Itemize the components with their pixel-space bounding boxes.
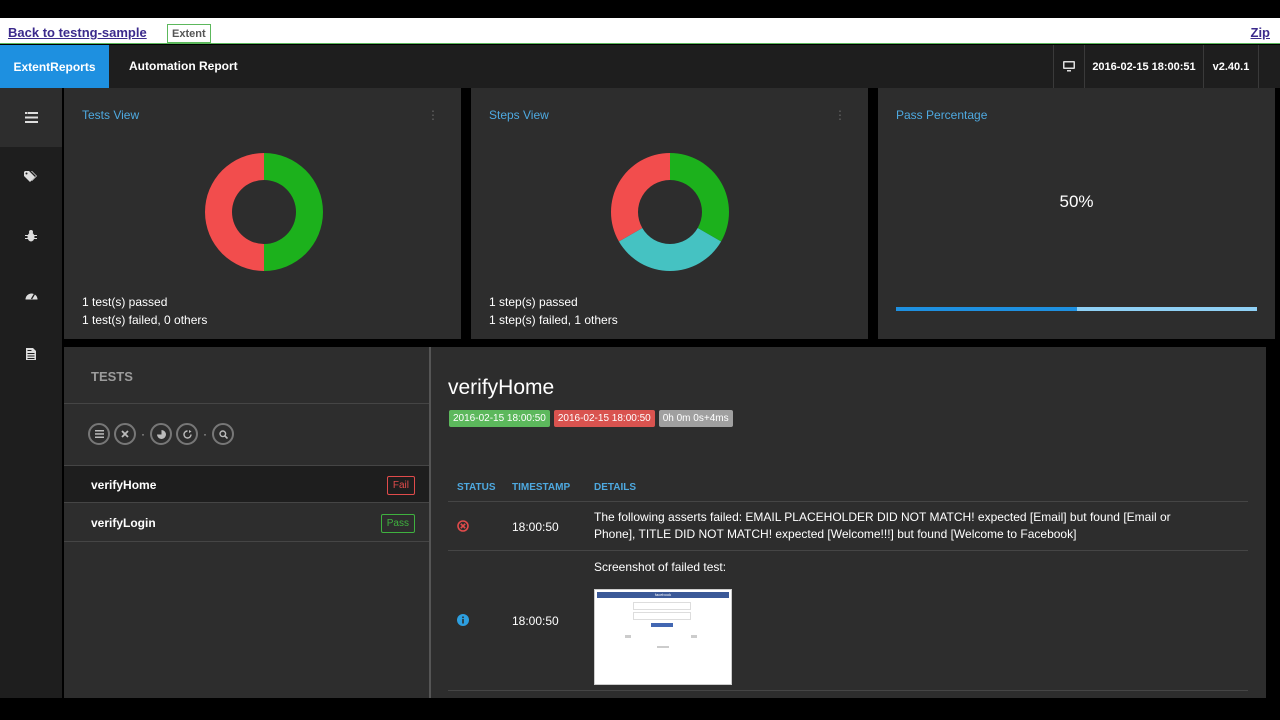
- search-icon: [218, 429, 228, 439]
- filter-fail-button[interactable]: [114, 423, 136, 445]
- report-version: v2.40.1: [1203, 45, 1259, 88]
- donut-slice-pass: [264, 153, 323, 271]
- screenshot-brand-text: facebook: [654, 592, 672, 597]
- report-title: Automation Report: [129, 59, 238, 73]
- screen-root: { "linkbar": { "back_label": "Back to te…: [0, 0, 1280, 720]
- top-navbar: ExtentReports Automation Report 2016-02-…: [0, 45, 1280, 88]
- test-name: verifyHome: [91, 478, 157, 492]
- tests-panel-header: TESTS: [91, 369, 133, 384]
- sidebar-item-dashboard[interactable]: [0, 265, 62, 324]
- refresh-button[interactable]: [176, 423, 198, 445]
- separator-dot: ·: [203, 427, 207, 441]
- screenshot-field: [633, 602, 691, 610]
- steps-table-header: STATUS TIMESTAMP DETAILS: [448, 479, 1248, 502]
- test-detail-name: verifyHome: [448, 376, 555, 399]
- failed-test-screenshot[interactable]: facebook: [594, 589, 732, 685]
- step-timestamp: 18:00:50: [512, 520, 559, 534]
- link-bar: Back to testng-sample Extent Zip: [0, 18, 1280, 44]
- tests-toolbar: · ·: [88, 423, 238, 445]
- tests-donut-chart: [205, 153, 323, 271]
- monitor-icon: [1063, 61, 1075, 72]
- test-detail-badges: 2016-02-15 18:00:50 2016-02-15 18:00:50 …: [449, 410, 737, 427]
- fail-circle-icon: [457, 520, 469, 532]
- steps-donut-chart: [611, 153, 729, 271]
- monitor-button[interactable]: [1053, 45, 1084, 88]
- screenshot-field: [633, 612, 691, 620]
- back-link[interactable]: Back to testng-sample: [8, 25, 147, 40]
- tests-view-card: Tests View ⋮ 1 test(s) passed 1 test(s) …: [64, 88, 461, 339]
- more-vertical-icon[interactable]: ⋮: [834, 108, 846, 122]
- donut-slice-fail: [205, 153, 264, 271]
- steps-table: STATUS TIMESTAMP DETAILS 18:00:50 The fo…: [448, 479, 1248, 691]
- donut-slice-pass: [670, 153, 729, 242]
- divider: [64, 403, 429, 404]
- column-status: STATUS: [457, 482, 496, 493]
- pie-icon: [156, 429, 166, 439]
- extent-brand-badge: Extent: [167, 24, 211, 43]
- column-details: DETAILS: [594, 482, 637, 493]
- start-time-badge: 2016-02-15 18:00:50: [449, 410, 550, 427]
- zip-link[interactable]: Zip: [1251, 25, 1271, 40]
- steps-passed-text: 1 step(s) passed: [489, 295, 578, 309]
- filter-category-button[interactable]: [150, 423, 172, 445]
- test-row[interactable]: verifyLogin Pass: [64, 504, 429, 542]
- tests-panel: TESTS · · verifyHome Fail verifyLogin Pa…: [64, 347, 429, 698]
- tests-view-title: Tests View: [82, 108, 140, 122]
- screenshot-button: [651, 623, 673, 627]
- test-detail-panel: verifyHome 2016-02-15 18:00:50 2016-02-1…: [431, 347, 1266, 698]
- steps-failed-text: 1 step(s) failed, 1 others: [489, 313, 618, 327]
- list-icon: [94, 430, 104, 438]
- step-row: 18:00:50 Screenshot of failed test: face…: [448, 551, 1248, 691]
- column-timestamp: TIMESTAMP: [512, 482, 571, 493]
- info-circle-icon: [457, 614, 469, 626]
- tests-passed-text: 1 test(s) passed: [82, 295, 168, 309]
- duration-badge: 0h 0m 0s+4ms: [658, 410, 733, 427]
- show-all-button[interactable]: [88, 423, 110, 445]
- donut-slice-others: [618, 228, 722, 271]
- donut-slice-fail: [611, 153, 670, 242]
- document-icon: [26, 347, 36, 360]
- sidebar: [0, 88, 62, 700]
- step-details: Screenshot of failed test:: [594, 560, 727, 574]
- screenshot-block: [625, 635, 631, 638]
- report-datetime: 2016-02-15 18:00:51: [1084, 45, 1203, 88]
- pass-percentage-bar: [896, 307, 1257, 311]
- sidebar-item-categories[interactable]: [0, 147, 62, 206]
- screenshot-block: [691, 635, 697, 638]
- dashboard-icon: [25, 293, 37, 299]
- top-black-strip: [0, 0, 1280, 18]
- sidebar-item-exceptions[interactable]: [0, 206, 62, 265]
- extentreports-logo[interactable]: ExtentReports: [0, 45, 109, 88]
- test-row[interactable]: verifyHome Fail: [64, 465, 429, 503]
- list-icon: [24, 112, 38, 123]
- pass-percentage-title: Pass Percentage: [896, 108, 988, 122]
- refresh-icon: [182, 429, 192, 439]
- sidebar-item-log[interactable]: [0, 324, 62, 383]
- screenshot-block: [657, 646, 669, 648]
- end-time-badge: 2016-02-15 18:00:50: [553, 410, 655, 427]
- pass-percentage-card: Pass Percentage 50%: [878, 88, 1275, 339]
- tests-failed-text: 1 test(s) failed, 0 others: [82, 313, 208, 327]
- more-vertical-icon[interactable]: ⋮: [427, 108, 439, 122]
- steps-view-card: Steps View ⋮ 1 step(s) passed 1 step(s) …: [471, 88, 868, 339]
- bug-icon: [25, 229, 37, 241]
- test-status-badge: Fail: [386, 476, 415, 495]
- search-button[interactable]: [212, 423, 234, 445]
- tags-icon: [24, 170, 37, 182]
- test-name: verifyLogin: [91, 516, 156, 530]
- sidebar-item-tests[interactable]: [0, 88, 62, 147]
- bottom-black-strip: [0, 698, 1280, 720]
- close-icon: [121, 430, 129, 438]
- steps-view-title: Steps View: [489, 108, 549, 122]
- separator-dot: ·: [141, 427, 145, 441]
- step-row: 18:00:50 The following asserts failed: E…: [448, 502, 1248, 551]
- pass-percentage-value: 50%: [1059, 192, 1094, 211]
- pass-percentage-bar-fill: [896, 307, 1077, 311]
- screenshot-header-bar: facebook: [597, 592, 729, 598]
- test-status-badge: Pass: [380, 514, 415, 533]
- step-details: The following asserts failed: EMAIL PLAC…: [594, 510, 1171, 541]
- step-timestamp: 18:00:50: [512, 614, 559, 628]
